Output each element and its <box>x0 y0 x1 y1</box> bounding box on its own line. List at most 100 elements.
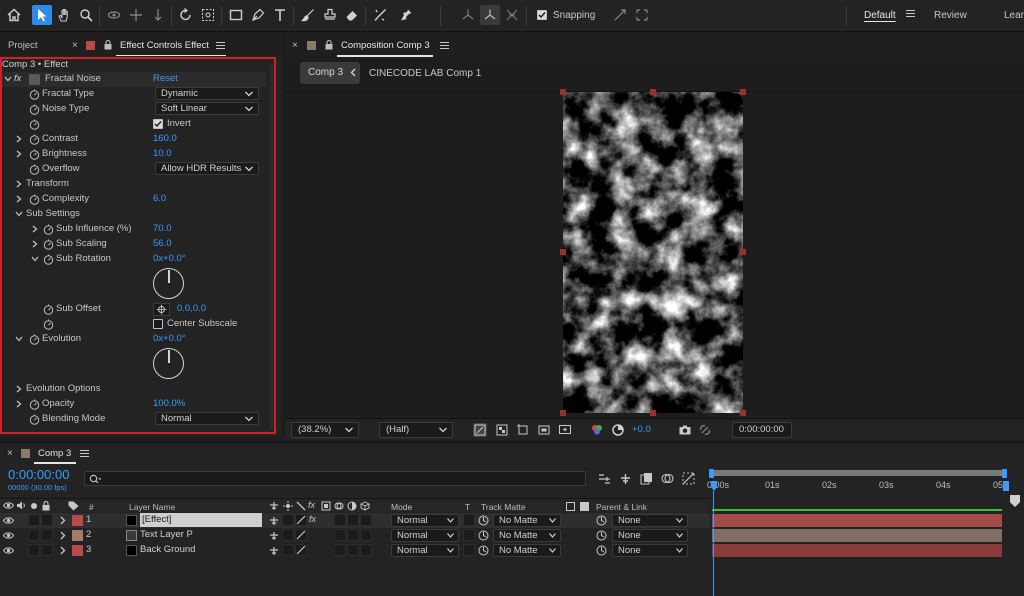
chevron-right-icon[interactable] <box>60 546 66 555</box>
parent-dropdown[interactable]: None <box>612 529 688 542</box>
parent-pick-whip-icon[interactable] <box>596 530 607 541</box>
chevron-left-icon[interactable] <box>350 68 356 77</box>
composition-canvas[interactable] <box>563 92 743 413</box>
label-tag-icon[interactable] <box>68 501 79 511</box>
panel-menu-icon[interactable] <box>216 41 225 50</box>
layer-name[interactable]: Text Layer P <box>140 529 193 540</box>
home-icon[interactable] <box>4 5 24 25</box>
complexity-value[interactable]: 6.0 <box>153 193 166 204</box>
stopwatch-icon[interactable] <box>29 194 40 205</box>
stopwatch-icon[interactable] <box>29 414 40 425</box>
mask-visibility-icon[interactable] <box>516 423 530 437</box>
parent-pick-whip-icon[interactable] <box>596 515 607 526</box>
quality-toggle[interactable] <box>295 544 307 556</box>
layer-name[interactable]: [Effect] <box>140 513 262 527</box>
stopwatch-icon[interactable] <box>43 239 54 250</box>
tab-timeline-comp[interactable]: Comp 3 <box>38 448 71 459</box>
close-icon[interactable]: × <box>7 448 13 459</box>
solo-toggle[interactable] <box>28 514 40 526</box>
close-icon[interactable]: × <box>292 40 298 51</box>
collapse-toggle[interactable] <box>282 544 294 556</box>
chevron-down-icon[interactable] <box>15 210 23 218</box>
stopwatch-icon[interactable] <box>43 304 54 315</box>
tab-composition[interactable]: Composition Comp 3 <box>341 40 430 51</box>
transform-handle[interactable] <box>740 249 746 255</box>
layer-label-color[interactable] <box>72 515 83 526</box>
workspace-menu-icon[interactable] <box>906 9 915 18</box>
contrast-value[interactable]: 160.0 <box>153 133 177 144</box>
center-subscale-checkbox[interactable] <box>153 319 163 329</box>
snapping-checkbox[interactable] <box>537 10 547 20</box>
opacity-value[interactable]: 100.0% <box>153 398 185 409</box>
pick-whip-icon[interactable] <box>478 515 489 526</box>
sub-offset-value[interactable]: 0.0,0.0 <box>177 303 206 314</box>
zoom-tool-icon[interactable] <box>76 5 96 25</box>
stopwatch-icon[interactable] <box>29 89 40 100</box>
shy-switch-icon[interactable] <box>269 516 279 526</box>
graph-editor-icon[interactable] <box>682 472 695 485</box>
sub-scaling-value[interactable]: 56.0 <box>153 238 172 249</box>
stopwatch-icon[interactable] <box>43 319 54 330</box>
adjustment-layer-switch-icon[interactable] <box>347 501 357 511</box>
effects-enabled-icon[interactable]: fx <box>309 514 316 524</box>
header-parent-link[interactable]: Parent & Link <box>596 502 647 512</box>
eye-icon[interactable] <box>3 531 14 540</box>
clone-stamp-tool-icon[interactable] <box>320 5 340 25</box>
layer-duration-bar[interactable] <box>712 514 1002 527</box>
exposure-value[interactable]: +0.0 <box>632 424 651 435</box>
brightness-value[interactable]: 10.0 <box>153 148 172 159</box>
region-of-interest-icon[interactable] <box>537 423 551 437</box>
shy-switch-icon[interactable] <box>269 546 279 556</box>
orbit-camera-icon[interactable] <box>104 5 124 25</box>
solo-toggle[interactable] <box>28 544 40 556</box>
pick-whip-icon[interactable] <box>478 530 489 541</box>
shy-switch-icon[interactable] <box>269 531 279 541</box>
grid-guides-icon[interactable] <box>558 423 572 437</box>
transparency-grid-icon[interactable] <box>495 423 509 437</box>
work-area-bar[interactable] <box>710 470 1006 476</box>
layer-duration-bar[interactable] <box>712 529 1002 542</box>
work-area-end-handle[interactable] <box>1002 469 1007 478</box>
chevron-down-icon[interactable] <box>4 75 12 83</box>
quality-toggle[interactable] <box>295 514 307 526</box>
header-mode[interactable]: Mode <box>391 502 412 512</box>
transform-handle[interactable] <box>740 89 746 95</box>
lock-icon[interactable] <box>42 501 50 511</box>
parent-pick-whip-icon[interactable] <box>596 545 607 556</box>
panel-menu-icon[interactable] <box>440 41 449 50</box>
layer-row[interactable]: 1 [Effect] fx Normal No Matte None <box>0 513 710 528</box>
sub-rotation-value[interactable]: 0x+0.0° <box>153 253 186 264</box>
rectangle-tool-icon[interactable] <box>226 5 246 25</box>
eye-icon[interactable] <box>3 501 14 510</box>
puppet-pin-tool-icon[interactable] <box>396 5 416 25</box>
transform-handle[interactable] <box>560 249 566 255</box>
dolly-camera-icon[interactable] <box>148 5 168 25</box>
solo-icon[interactable] <box>31 503 37 509</box>
workspace-default[interactable]: Default <box>864 10 896 21</box>
lock-toggle[interactable] <box>41 514 53 526</box>
roto-brush-tool-icon[interactable] <box>370 5 390 25</box>
work-area-start-handle[interactable] <box>709 469 714 478</box>
chevron-down-icon[interactable] <box>15 335 23 343</box>
panel-menu-icon[interactable] <box>80 449 89 458</box>
layer-mode-dropdown[interactable]: Normal <box>391 544 459 557</box>
stopwatch-icon[interactable] <box>29 104 40 115</box>
layer-row[interactable]: 2 Text Layer P Normal No Matte None <box>0 528 710 543</box>
quality-switch-icon[interactable] <box>296 501 306 511</box>
stopwatch-icon[interactable] <box>43 224 54 235</box>
type-tool-icon[interactable] <box>270 5 290 25</box>
effect-controls-scrollbar[interactable] <box>270 64 276 429</box>
lock-icon[interactable] <box>325 40 333 50</box>
track-matte-dropdown[interactable]: No Matte <box>493 544 561 557</box>
eye-icon[interactable] <box>3 546 14 555</box>
current-time-display[interactable]: 0:00:00:00 <box>8 467 69 482</box>
fx-toggle[interactable]: fx <box>14 73 21 84</box>
reset-link[interactable]: Reset <box>153 73 178 84</box>
header-layer-name[interactable]: Layer Name <box>129 502 175 512</box>
layer-search-input[interactable] <box>84 471 586 486</box>
snap-features-icon[interactable] <box>632 5 652 25</box>
stopwatch-icon[interactable] <box>29 134 40 145</box>
3d-toggle[interactable] <box>360 514 372 526</box>
stopwatch-icon[interactable] <box>29 149 40 160</box>
anchor-point-tool-icon[interactable] <box>198 5 218 25</box>
